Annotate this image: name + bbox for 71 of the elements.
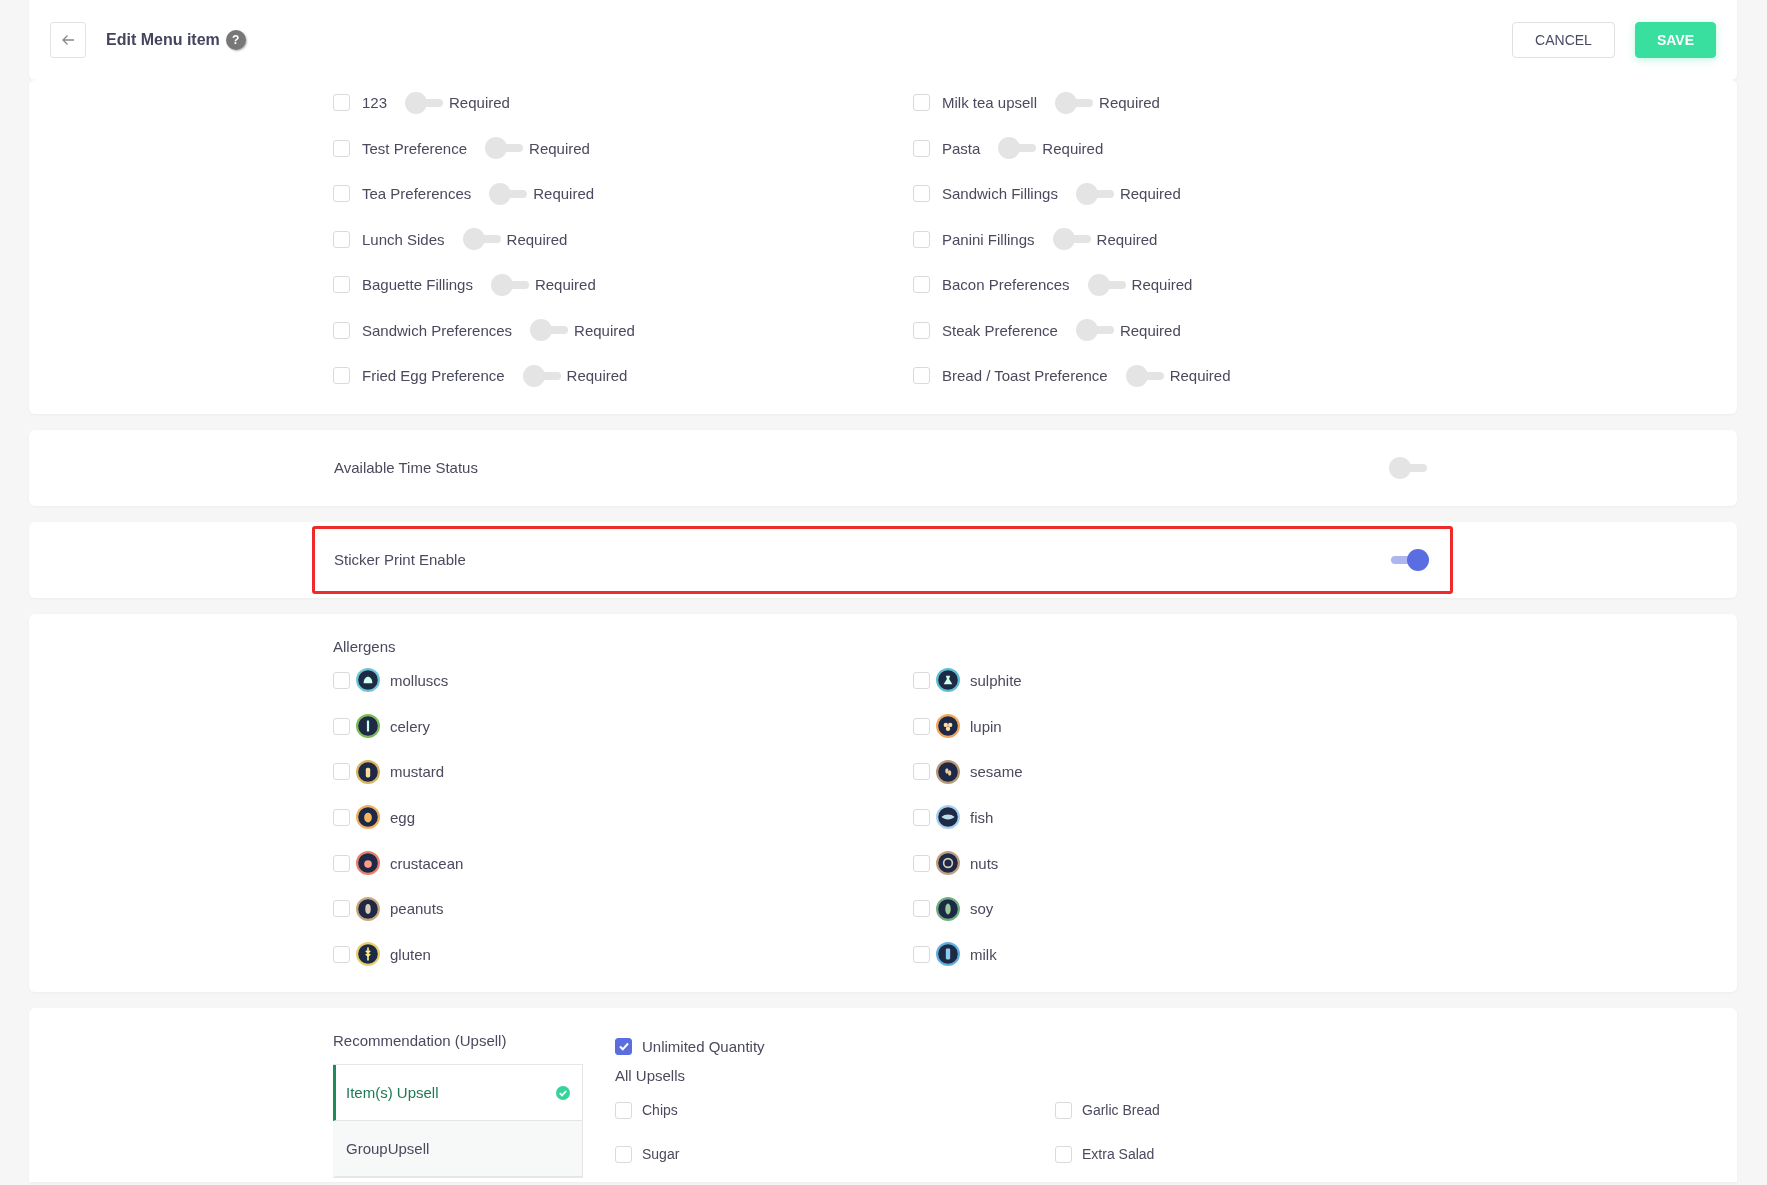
modifier-name: Fried Egg Preference bbox=[362, 367, 505, 385]
required-label: Required bbox=[449, 94, 510, 112]
checkbox-label: Unlimited Quantity bbox=[642, 1037, 765, 1055]
list-title: All Upsells bbox=[615, 1066, 687, 1087]
upsell-tab[interactable]: GroupUpsell bbox=[333, 1121, 583, 1178]
checkbox[interactable] bbox=[615, 1037, 632, 1055]
modifier-name: Milk tea upsell bbox=[942, 94, 1038, 112]
modifier-name: Test Preference bbox=[362, 139, 468, 157]
toggle-switch[interactable] bbox=[1125, 364, 1166, 387]
allergen-name: lupin bbox=[970, 717, 1002, 735]
required-label: Required bbox=[506, 230, 568, 248]
modifier-name: Bread / Toast Preference bbox=[942, 367, 1108, 385]
cancel-button[interactable]: CANCEL bbox=[1512, 22, 1615, 58]
allergen-name: soy bbox=[970, 900, 994, 918]
allergen-name: sesame bbox=[970, 763, 1023, 781]
allergen-name: milk bbox=[970, 945, 997, 963]
toggle-switch[interactable] bbox=[1389, 456, 1429, 479]
modifier-name: Tea Preferences bbox=[362, 185, 472, 203]
back-arrow-icon bbox=[61, 34, 75, 46]
required-label: Required bbox=[1042, 139, 1104, 157]
toggle-switch[interactable] bbox=[1389, 548, 1429, 571]
help-icon: ? bbox=[225, 30, 246, 50]
allergen-name: molluscs bbox=[390, 671, 449, 689]
required-label: Required bbox=[1119, 321, 1181, 339]
modifier-name: Steak Preference bbox=[942, 321, 1058, 339]
required-label: Required bbox=[1131, 276, 1193, 294]
modifier-name: Sandwich Preferences bbox=[362, 321, 513, 339]
setting-label: Sticker Print Enable bbox=[334, 551, 466, 568]
allergen-name: egg bbox=[390, 808, 416, 826]
toggle-switch[interactable] bbox=[1075, 319, 1116, 342]
section-title: Allergens bbox=[333, 636, 397, 657]
modifier-name: Panini Fillings bbox=[942, 230, 1035, 248]
checkmark-icon bbox=[617, 1040, 630, 1053]
modifier-name: 123 bbox=[362, 94, 388, 112]
toggle-switch[interactable] bbox=[1087, 273, 1128, 296]
modifier-name: Sandwich Fillings bbox=[942, 185, 1058, 203]
required-label: Required bbox=[534, 276, 596, 294]
allergen-name: crustacean bbox=[390, 854, 464, 872]
back-button[interactable] bbox=[50, 22, 86, 58]
page-title: Edit Menu item bbox=[106, 31, 220, 49]
allergen-name: fish bbox=[970, 808, 994, 826]
required-label: Required bbox=[529, 139, 590, 157]
required-label: Required bbox=[1169, 367, 1231, 385]
toggle-switch[interactable] bbox=[462, 228, 503, 251]
upsell-item-name: Chips bbox=[642, 1102, 678, 1119]
required-label: Required bbox=[1096, 230, 1158, 248]
required-label: Required bbox=[533, 185, 595, 203]
upsell-item-name: Sugar bbox=[642, 1146, 680, 1163]
setting-label: Available Time Status bbox=[334, 459, 478, 476]
required-label: Required bbox=[1119, 185, 1181, 203]
section-title: Recommendation (Upsell) bbox=[333, 1031, 508, 1052]
required-label: Required bbox=[566, 367, 628, 385]
allergen-name: nuts bbox=[970, 854, 999, 872]
allergen-name: sulphite bbox=[970, 671, 1022, 689]
modifier-name: Pasta bbox=[942, 139, 981, 157]
allergen-name: mustard bbox=[390, 763, 445, 781]
required-label: Required bbox=[574, 321, 635, 339]
upsell-item-name: Garlic Bread bbox=[1082, 1102, 1160, 1119]
toggle-switch[interactable] bbox=[1052, 228, 1093, 251]
modifier-name: Baguette Fillings bbox=[362, 276, 473, 294]
toggle-switch[interactable] bbox=[490, 273, 531, 296]
allergen-name: peanuts bbox=[390, 900, 444, 918]
toggle-switch[interactable] bbox=[522, 364, 563, 387]
modifier-name: Lunch Sides bbox=[362, 230, 445, 248]
toggle-switch[interactable] bbox=[1075, 182, 1116, 205]
upsell-item-name: Extra Salad bbox=[1082, 1146, 1155, 1163]
required-label: Required bbox=[1099, 94, 1160, 112]
allergen-name: celery bbox=[390, 717, 430, 735]
allergen-name: gluten bbox=[390, 945, 431, 963]
modifier-name: Bacon Preferences bbox=[942, 276, 1070, 294]
upsell-tab[interactable]: Item(s) Upsell bbox=[333, 1065, 583, 1122]
